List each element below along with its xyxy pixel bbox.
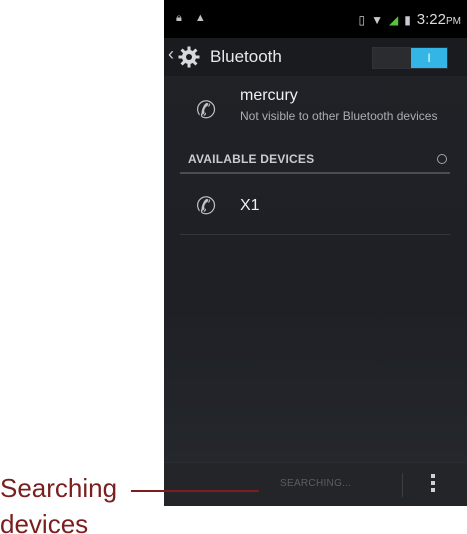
row-divider	[180, 234, 450, 235]
annotation-line-2: devices	[0, 509, 89, 534]
annotation-line-1: Searching	[0, 473, 118, 503]
bottom-divider	[402, 473, 403, 497]
self-device-row[interactable]: ✆ mercury Not visible to other Bluetooth…	[164, 84, 467, 142]
wifi-icon: ▼	[371, 12, 383, 27]
available-devices-header: AVAILABLE DEVICES	[188, 152, 315, 166]
progress-spinner-icon	[437, 154, 447, 164]
lock-icon: 🔒︎	[176, 12, 182, 24]
toggle-knob: I	[411, 48, 447, 68]
bluetooth-toggle[interactable]: I	[372, 47, 448, 69]
annotation-label: Searching devices	[0, 470, 117, 534]
time-ampm: PM	[446, 16, 461, 27]
phone-icon: ✆	[196, 193, 217, 220]
settings-gear-icon[interactable]	[177, 45, 201, 69]
phone-screen: 🔒︎ ▲ ▯ ▼ ◢ ▮ 3:22PM ‹ Bluetooth I ✆ merc…	[164, 0, 467, 506]
action-bar: ‹ Bluetooth I	[164, 38, 467, 76]
status-time: 3:22PM	[417, 11, 461, 28]
time-value: 3:22	[416, 11, 446, 28]
device-name: X1	[240, 197, 260, 214]
searching-button[interactable]: SEARCHING...	[280, 478, 351, 489]
self-device-visibility: Not visible to other Bluetooth devices	[240, 109, 438, 123]
back-caret-icon[interactable]: ‹	[168, 44, 174, 65]
bottom-action-bar: SEARCHING...	[164, 462, 467, 506]
status-bar: 🔒︎ ▲ ▯ ▼ ◢ ▮ 3:22PM	[164, 0, 467, 38]
phone-icon: ✆	[196, 97, 217, 124]
page-title: Bluetooth	[210, 47, 282, 66]
figure: 🔒︎ ▲ ▯ ▼ ◢ ▮ 3:22PM ‹ Bluetooth I ✆ merc…	[0, 0, 467, 534]
device-row-x1[interactable]: ✆ X1	[164, 180, 467, 234]
signal-icon: ◢	[388, 12, 399, 27]
warning-icon: ▲	[194, 12, 206, 24]
section-divider	[180, 172, 450, 174]
self-device-name: mercury	[240, 87, 298, 104]
annotation-pointer-line	[131, 490, 259, 492]
battery-icon: ▮	[404, 12, 411, 27]
vibrate-icon: ▯	[358, 12, 366, 27]
status-right: ▯ ▼ ◢ ▮ 3:22PM	[358, 11, 461, 28]
overflow-menu-icon[interactable]	[428, 471, 438, 499]
status-left: 🔒︎ ▲	[176, 12, 216, 25]
